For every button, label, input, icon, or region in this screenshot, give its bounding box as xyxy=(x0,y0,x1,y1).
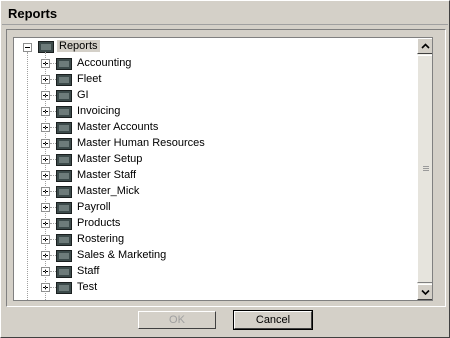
scroll-up-button[interactable] xyxy=(417,38,432,54)
reports-tree[interactable]: Reports Accounting Fleet GI Invoicing Master… xyxy=(13,37,433,301)
report-folder-icon xyxy=(56,218,72,230)
tree-root-label[interactable]: Reports xyxy=(57,40,100,52)
report-folder-icon xyxy=(56,234,72,246)
scroll-down-button[interactable] xyxy=(417,284,432,300)
vertical-scrollbar[interactable] xyxy=(417,38,432,300)
report-folder-icon xyxy=(56,170,72,182)
tree-item-label[interactable]: Master Setup xyxy=(77,153,142,165)
tree-item-label[interactable]: Sales & Marketing xyxy=(77,249,166,261)
tree-item-label[interactable]: Master_Mick xyxy=(77,185,139,197)
tree-item-label[interactable]: Master Human Resources xyxy=(77,137,205,149)
collapse-icon[interactable] xyxy=(23,43,32,52)
report-folder-icon xyxy=(56,138,72,150)
tree-content: Reports Accounting Fleet GI Invoicing Master… xyxy=(14,38,417,300)
report-folder-icon xyxy=(56,250,72,262)
chevron-down-icon xyxy=(421,289,430,296)
tree-item-label[interactable]: Products xyxy=(77,217,120,229)
tree-root-connector xyxy=(27,52,28,300)
tree-item-label[interactable]: Payroll xyxy=(77,201,111,213)
chevron-up-icon xyxy=(421,43,430,49)
tree-item-label[interactable]: GI xyxy=(77,89,89,101)
tree-item-label[interactable]: Fleet xyxy=(77,73,101,85)
scroll-thumb[interactable] xyxy=(417,55,432,283)
tree-item-label[interactable]: Master Accounts xyxy=(77,121,158,133)
reports-dialog: Reports Reports Accounting Fleet GI Invoici… xyxy=(0,0,450,338)
report-folder-icon xyxy=(56,154,72,166)
tree-item-label[interactable]: Invoicing xyxy=(77,105,120,117)
report-folder-icon xyxy=(56,282,72,294)
report-folder-icon xyxy=(56,58,72,70)
tree-item-label[interactable]: Accounting xyxy=(77,57,131,69)
report-folder-icon xyxy=(56,90,72,102)
tree-item-label[interactable]: Master Staff xyxy=(77,169,136,181)
tree-children-connector xyxy=(45,52,46,300)
report-folder-icon xyxy=(56,106,72,118)
title-bar[interactable]: Reports xyxy=(2,2,448,25)
tree-item-label[interactable]: Rostering xyxy=(77,233,124,245)
tree-item-label[interactable]: Staff xyxy=(77,265,99,277)
report-folder-icon xyxy=(56,266,72,278)
report-folder-icon xyxy=(56,202,72,214)
report-folder-icon xyxy=(56,186,72,198)
report-folder-icon xyxy=(56,122,72,134)
window-title: Reports xyxy=(8,6,58,21)
tree-item-label[interactable]: Test xyxy=(77,281,97,293)
report-folder-icon xyxy=(38,41,54,53)
ok-button[interactable]: OK xyxy=(138,311,216,329)
cancel-button[interactable]: Cancel xyxy=(233,310,313,330)
report-folder-icon xyxy=(56,74,72,86)
